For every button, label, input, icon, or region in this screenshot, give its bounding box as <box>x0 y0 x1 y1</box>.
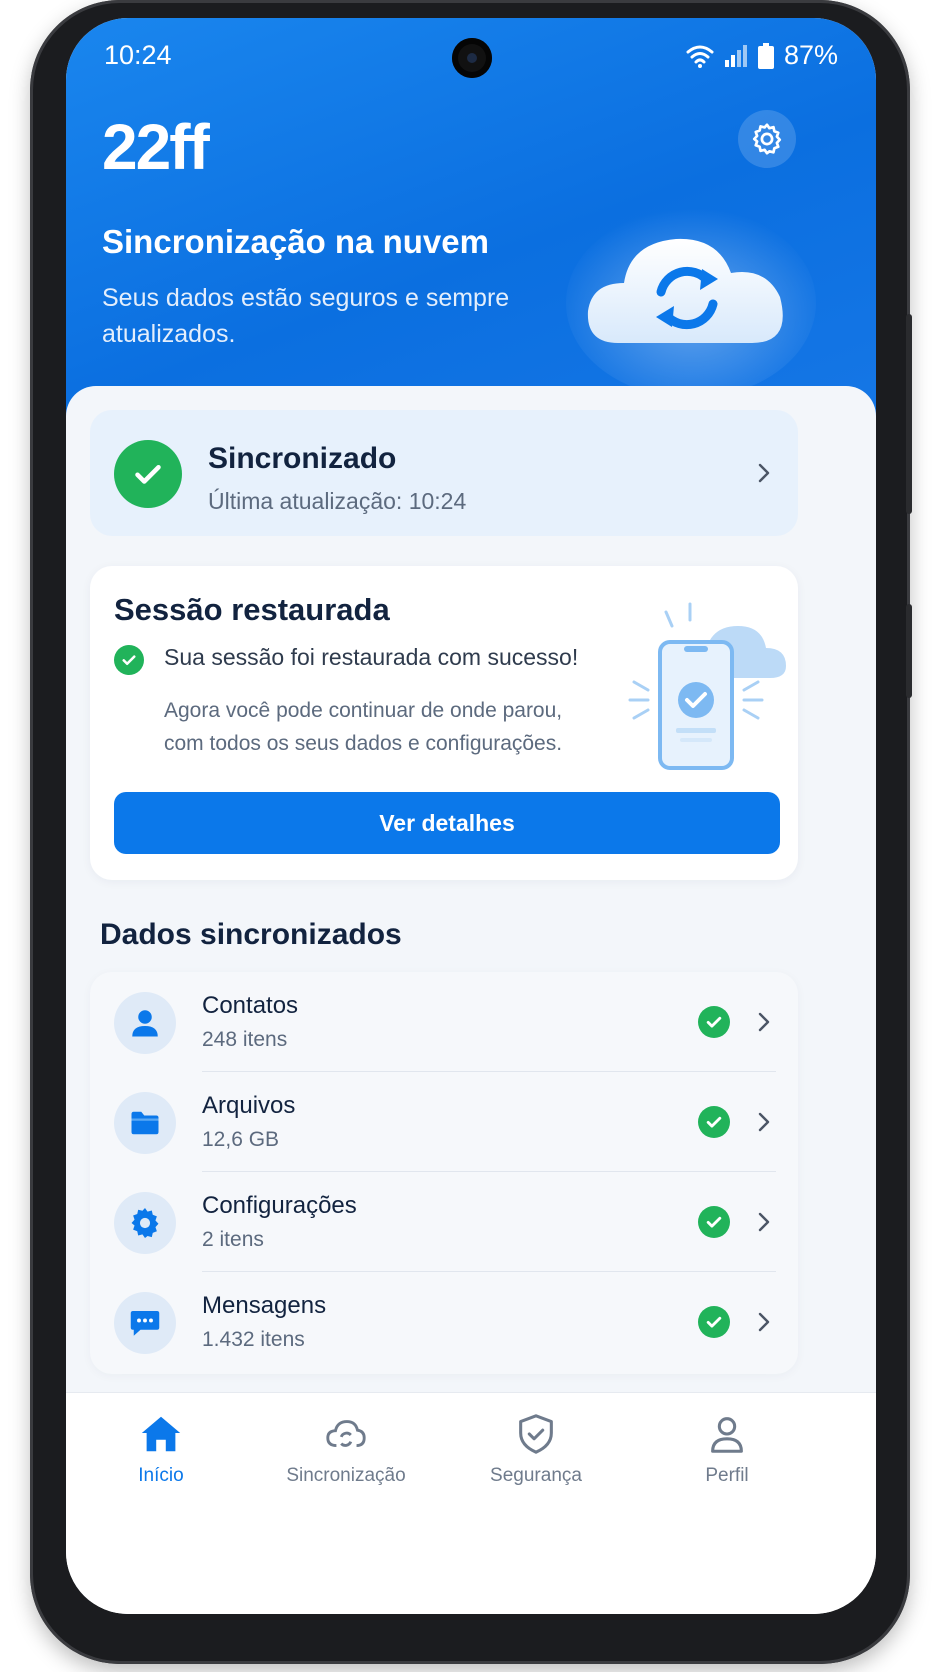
session-description: Agora você pode continuar de onde parou,… <box>164 699 563 755</box>
list-item-messages[interactable]: Mensagens 1.432 itens <box>90 1272 798 1372</box>
list-item-title: Contatos <box>202 992 299 1019</box>
view-details-button[interactable]: Ver detalhes <box>114 792 780 854</box>
list-item-settings[interactable]: Configurações 2 itens <box>90 1172 798 1272</box>
home-icon <box>141 1416 181 1452</box>
check-circle-icon <box>698 1306 730 1338</box>
check-circle-icon <box>698 1006 730 1038</box>
list-item-count: 1.432 itens <box>202 1328 305 1351</box>
list-item-count: 248 itens <box>202 1028 288 1051</box>
session-title: Sessão restaurada <box>114 592 390 627</box>
main-content: Sincronizado Última atualização: 10:24 S… <box>66 386 876 1396</box>
sync-status-card[interactable]: Sincronizado Última atualização: 10:24 <box>90 410 798 536</box>
sync-last-update: Última atualização: 10:24 <box>208 488 467 514</box>
list-item-title: Configurações <box>202 1192 357 1219</box>
sync-status-title: Sincronizado <box>208 442 397 475</box>
nav-item-profile[interactable]: Perfil <box>632 1411 822 1501</box>
app-logo: 22ff <box>102 111 210 183</box>
gear-icon <box>114 1192 176 1254</box>
list-item-title: Mensagens <box>202 1292 327 1319</box>
profile-icon <box>711 1417 743 1453</box>
session-restored-card: Sessão restaurada Sua sessão foi restaur… <box>90 566 798 880</box>
wifi-icon <box>686 45 714 68</box>
hero-subtitle: Seus dados estão seguros e sempre atuali… <box>102 284 510 348</box>
folder-icon <box>114 1092 176 1154</box>
shield-icon <box>519 1414 553 1454</box>
check-circle-icon <box>114 645 144 675</box>
status-time: 10:24 <box>104 40 172 70</box>
chevron-right-icon <box>758 1112 770 1132</box>
list-item-size: 12,6 GB <box>202 1128 280 1151</box>
synced-data-title: Dados sincronizados <box>100 918 402 951</box>
nav-item-sync[interactable]: Sincronização <box>251 1411 441 1501</box>
volume-button <box>906 604 912 698</box>
gear-icon <box>752 123 782 155</box>
status-indicators: 87% <box>686 40 838 71</box>
nav-item-home[interactable]: Início <box>66 1411 256 1501</box>
settings-button[interactable] <box>738 110 796 168</box>
nav-item-security[interactable]: Segurança <box>441 1411 631 1501</box>
nav-label: Sincronização <box>286 1465 406 1486</box>
synced-data-list: Contatos 248 itens Arquivos 12,6 GB Conf… <box>90 972 798 1374</box>
phone-cloud-illustration <box>628 602 786 770</box>
front-camera <box>452 38 492 78</box>
bottom-navigation: Início Sincronização Segurança Perfil <box>66 1392 876 1614</box>
person-icon <box>114 992 176 1054</box>
session-success-message: Sua sessão foi restaurada com sucesso! <box>164 644 579 670</box>
chat-icon <box>114 1292 176 1354</box>
battery-icon <box>757 42 774 69</box>
nav-label: Perfil <box>705 1465 749 1486</box>
check-circle-icon <box>698 1106 730 1138</box>
list-item-contacts[interactable]: Contatos 248 itens <box>90 972 798 1072</box>
chevron-right-icon <box>758 1212 770 1232</box>
cloud-sync-icon <box>326 1420 366 1447</box>
battery-level: 87% <box>783 40 838 70</box>
chevron-right-icon <box>758 463 770 483</box>
list-item-count: 2 itens <box>202 1228 264 1251</box>
nav-label: Início <box>138 1465 184 1486</box>
check-circle-icon <box>114 440 182 508</box>
nav-label: Segurança <box>490 1465 582 1486</box>
check-circle-icon <box>698 1206 730 1238</box>
cloud-sync-illustration <box>566 208 816 393</box>
hero-title: Sincronização na nuvem <box>102 223 489 260</box>
signal-icon <box>724 44 747 67</box>
status-bar: 10:24 87% <box>66 38 876 78</box>
list-item-files[interactable]: Arquivos 12,6 GB <box>90 1072 798 1172</box>
hero-header: 10:24 87% 22ff Sincronização na nuvem Se… <box>66 18 876 438</box>
chevron-right-icon <box>758 1012 770 1032</box>
list-item-title: Arquivos <box>202 1092 296 1119</box>
screen: 10:24 87% 22ff Sincronização na nuvem Se… <box>66 18 876 1614</box>
power-button <box>906 314 912 514</box>
chevron-right-icon <box>758 1312 770 1332</box>
